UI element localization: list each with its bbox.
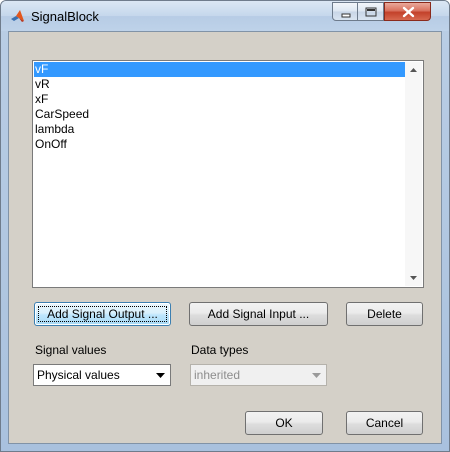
signal-values-selected: Physical values	[37, 368, 120, 382]
dialog-body: vF vR xF CarSpeed lambda OnOff Add Signal Out…	[8, 31, 442, 444]
minimize-button[interactable]	[332, 2, 358, 21]
dialog-window: SignalBlock vF vR xF CarSpeed lambda OnOff	[0, 0, 450, 452]
matlab-app-icon	[11, 10, 24, 22]
maximize-icon	[365, 7, 377, 17]
window-title: SignalBlock	[31, 9, 99, 24]
delete-label: Delete	[367, 307, 402, 321]
scroll-up-icon[interactable]	[405, 62, 422, 79]
title-bar[interactable]: SignalBlock	[1, 1, 449, 31]
listbox-scrollbar[interactable]	[405, 62, 422, 286]
cancel-button[interactable]: Cancel	[346, 411, 423, 435]
scroll-down-icon[interactable]	[405, 269, 422, 286]
list-item[interactable]: vF	[34, 62, 405, 77]
list-item[interactable]: xF	[34, 92, 405, 107]
list-item[interactable]: CarSpeed	[34, 107, 405, 122]
cancel-label: Cancel	[365, 416, 404, 430]
list-item[interactable]: lambda	[34, 122, 405, 137]
add-signal-input-label: Add Signal Input ...	[207, 307, 310, 321]
add-signal-output-button[interactable]: Add Signal Output ...	[34, 302, 171, 326]
close-icon	[402, 6, 415, 18]
data-types-selected: inherited	[194, 368, 241, 382]
signal-values-dropdown[interactable]: Physical values	[33, 364, 171, 386]
maximize-button[interactable]	[358, 2, 384, 21]
signal-list-items: vF vR xF CarSpeed lambda OnOff	[34, 62, 405, 152]
close-button[interactable]	[384, 2, 431, 21]
chevron-down-icon[interactable]	[152, 366, 169, 384]
signal-values-label: Signal values	[35, 343, 107, 357]
signal-listbox[interactable]: vF vR xF CarSpeed lambda OnOff	[32, 60, 424, 288]
list-item[interactable]: OnOff	[34, 137, 405, 152]
add-signal-output-label: Add Signal Output ...	[47, 307, 158, 321]
data-types-dropdown: inherited	[190, 364, 327, 386]
ok-label: OK	[275, 416, 293, 430]
delete-button[interactable]: Delete	[346, 302, 423, 326]
list-item[interactable]: vR	[34, 77, 405, 92]
minimize-icon	[341, 13, 351, 18]
ok-button[interactable]: OK	[245, 411, 323, 435]
add-signal-input-button[interactable]: Add Signal Input ...	[189, 302, 328, 326]
data-types-label: Data types	[191, 343, 249, 357]
chevron-down-icon	[308, 366, 325, 384]
